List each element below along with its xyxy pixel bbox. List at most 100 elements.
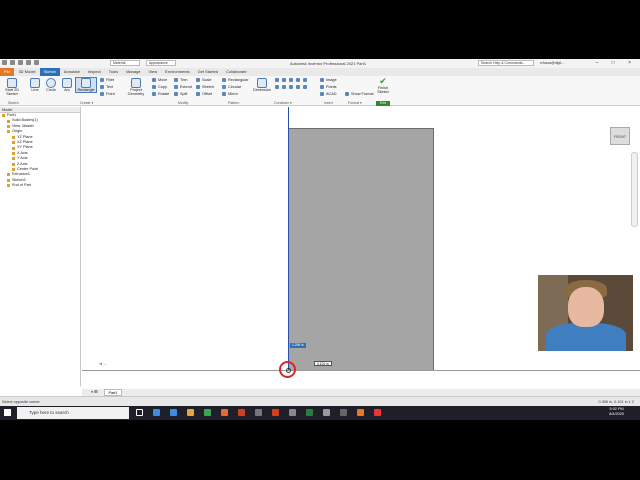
width-dimension-input[interactable]: 0.101 in <box>314 361 332 366</box>
redo-icon[interactable] <box>34 60 39 65</box>
extend-button[interactable]: Extend <box>174 85 192 89</box>
save-icon[interactable] <box>18 60 23 65</box>
collinear-icon[interactable] <box>282 78 286 82</box>
ribbon-panel-labels: Sketch Create ▾ Modify Pattern Constrain… <box>0 101 640 106</box>
excel-icon[interactable] <box>306 409 313 416</box>
dimension-button[interactable]: Dimension <box>252 78 272 92</box>
rectangle-button[interactable]: Rectangle <box>75 77 97 93</box>
stretch-button[interactable]: Stretch <box>196 85 214 89</box>
navigation-bar[interactable] <box>631 152 638 227</box>
tab-collaborate[interactable]: Collaborate <box>222 68 250 76</box>
coincident-icon[interactable] <box>275 78 279 82</box>
line-button[interactable]: Line <box>28 78 42 92</box>
parallel-icon[interactable] <box>303 78 307 82</box>
tab-3d-model[interactable]: 3D Model <box>14 68 39 76</box>
panel-label-constrain[interactable]: Constrain ▾ <box>274 101 292 105</box>
scale-button[interactable]: Scale <box>196 78 212 82</box>
mirror-button[interactable]: Mirror <box>222 92 238 96</box>
file-explorer-icon[interactable] <box>187 409 194 416</box>
app-icon-4[interactable] <box>340 409 347 416</box>
circular-pattern-icon <box>222 85 226 89</box>
tabs-menu-icon[interactable]: ≡ ⊞ <box>88 389 100 396</box>
rotate-button[interactable]: Rotate <box>152 92 169 96</box>
arc-button[interactable]: Arc <box>60 78 74 92</box>
circular-pattern-button[interactable]: Circular <box>222 85 241 89</box>
firefox-icon[interactable] <box>221 409 228 416</box>
undo-icon[interactable] <box>26 60 31 65</box>
status-coordinates: 0.396 in, 0.101 in 1 2 <box>598 400 634 404</box>
task-view-icon[interactable] <box>136 409 143 416</box>
panel-label-create[interactable]: Create ▾ <box>80 101 93 105</box>
tab-annotate[interactable]: Annotate <box>60 68 84 76</box>
chrome-icon[interactable] <box>204 409 211 416</box>
taskbar-search-input[interactable]: Type here to search <box>17 407 129 419</box>
app-icon-2[interactable] <box>272 409 279 416</box>
vertical-icon[interactable] <box>289 85 293 89</box>
project-geometry-button[interactable]: Project Geometry <box>124 78 148 96</box>
copy-button[interactable]: Copy <box>152 85 167 89</box>
concentric-icon[interactable] <box>289 78 293 82</box>
circle-button[interactable]: Circle <box>44 78 58 92</box>
tab-get-started[interactable]: Get Started <box>194 68 222 76</box>
tab-inspect[interactable]: Inspect <box>84 68 105 76</box>
acad-button[interactable]: ACAD <box>320 92 337 96</box>
tab-file[interactable]: File <box>0 68 15 76</box>
window-controls[interactable]: – □ × <box>596 60 638 66</box>
taskbar-clock[interactable]: 5:02 PM 8/4/2020 <box>609 407 624 417</box>
sketch-axis-line <box>288 107 289 371</box>
height-dimension-input[interactable]: 1.296 in <box>290 343 306 348</box>
camera-icon[interactable] <box>323 409 330 416</box>
split-icon <box>174 92 178 96</box>
points-button[interactable]: Points <box>320 85 337 89</box>
trim-button[interactable]: Trim <box>174 78 187 82</box>
cursor-highlight-icon <box>279 361 296 378</box>
user-account[interactable]: rcfusca@digit... <box>540 61 564 65</box>
ribbon-tabs: File 3D Model Sketch Annotate Inspect To… <box>0 68 640 76</box>
tab-sketch[interactable]: Sketch <box>39 68 60 76</box>
finish-sketch-button[interactable]: ✔ Finish Sketch <box>376 77 390 95</box>
tab-manage[interactable]: Manage <box>122 68 144 76</box>
window-title: Autodesk Inventor Professional 2021 Part… <box>290 61 367 66</box>
tab-environments[interactable]: Environments <box>161 68 193 76</box>
constraint-buttons[interactable] <box>275 78 307 82</box>
tab-view[interactable]: View <box>145 68 162 76</box>
fix-icon[interactable] <box>296 78 300 82</box>
perpendicular-icon[interactable] <box>275 85 279 89</box>
image-button[interactable]: Image <box>320 78 337 82</box>
windows-start-icon[interactable] <box>4 409 11 416</box>
panel-label-format[interactable]: Format ▾ <box>348 101 362 105</box>
viewcube[interactable]: FRONT <box>610 127 630 145</box>
text-button[interactable]: Text <box>100 85 113 89</box>
app-icon-3[interactable] <box>289 409 296 416</box>
tab-part1[interactable]: Part1 <box>104 389 122 396</box>
offset-button[interactable]: Offset <box>196 92 212 96</box>
constraint-buttons-row2[interactable] <box>275 85 307 89</box>
model-browser: Model Part1 Solid Bodies(1) View: Master Or… <box>0 107 81 386</box>
app-icon[interactable] <box>255 409 262 416</box>
tab-tools[interactable]: Tools <box>105 68 122 76</box>
appearance-dropdown[interactable]: Appearance <box>146 60 176 66</box>
office-icon[interactable] <box>238 409 245 416</box>
tangent-icon[interactable] <box>296 85 300 89</box>
open-icon[interactable] <box>10 60 15 65</box>
show-format-button[interactable]: Show Format <box>345 92 374 96</box>
start-sketch-button[interactable]: Start 2D Sketch <box>3 78 21 96</box>
browser-icon[interactable] <box>170 409 177 416</box>
inventor-window: Material Appearance Autodesk Inventor Pr… <box>0 59 640 406</box>
move-button[interactable]: Move <box>152 78 167 82</box>
smooth-icon[interactable] <box>303 85 307 89</box>
move-icon <box>152 78 156 82</box>
inventor-active-icon[interactable] <box>374 409 381 416</box>
fillet-button[interactable]: Fillet <box>100 78 114 82</box>
help-search-input[interactable]: Search Help & Commands... <box>478 60 534 66</box>
inventor-icon[interactable] <box>357 409 364 416</box>
edge-icon[interactable] <box>153 409 160 416</box>
rectangular-pattern-button[interactable]: Rectangular <box>222 78 248 82</box>
new-icon[interactable] <box>2 60 7 65</box>
sketch-rectangle[interactable] <box>288 128 434 371</box>
split-button[interactable]: Split <box>174 92 187 96</box>
point-button[interactable]: Point <box>100 92 115 96</box>
horizontal-icon[interactable] <box>282 85 286 89</box>
material-dropdown[interactable]: Material <box>110 60 140 66</box>
browser-node[interactable]: End of Part <box>0 183 80 188</box>
